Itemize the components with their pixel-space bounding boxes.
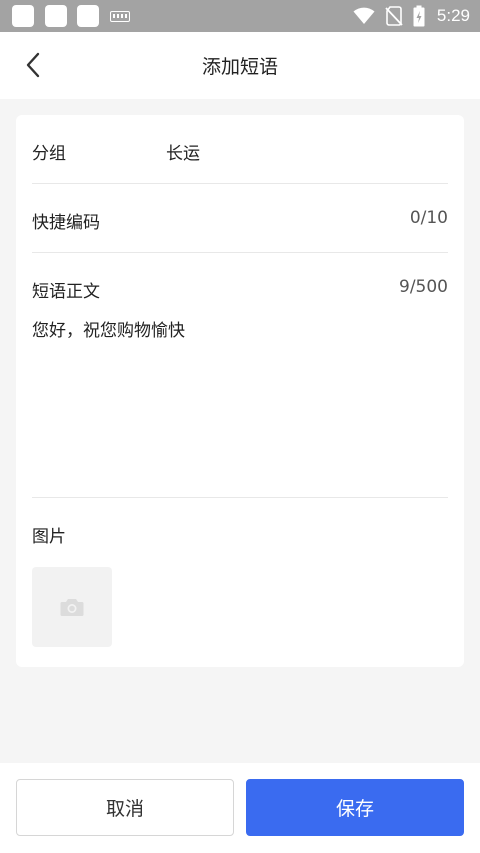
bottom-action-bar: 取消 保存 [0, 763, 480, 853]
nav-bar: 添加短语 [0, 32, 480, 99]
shortcut-label: 快捷编码 [32, 213, 100, 233]
add-image-button[interactable] [32, 567, 112, 647]
notification-square-icon [45, 5, 67, 27]
divider [32, 252, 448, 253]
status-bar: 5:29 [0, 0, 480, 32]
clock-time: 5:29 [436, 6, 470, 25]
no-sim-icon [385, 6, 403, 26]
camera-icon [60, 599, 84, 616]
shortcut-row[interactable]: 快捷编码 0/10 [32, 208, 448, 233]
phrase-header: 短语正文 9/500 [32, 277, 448, 302]
wifi-icon [353, 7, 375, 24]
image-header: 图片 [32, 522, 448, 547]
group-row[interactable]: 分组 长运 [32, 139, 448, 164]
notification-square-icon [77, 5, 99, 27]
shortcut-counter: 0/10 [409, 208, 448, 228]
battery-charging-icon [413, 5, 425, 27]
notification-square-icon [12, 5, 34, 27]
divider [32, 497, 448, 498]
group-value[interactable]: 长运 [166, 139, 200, 164]
divider [32, 183, 448, 184]
form-card: 分组 长运 快捷编码 0/10 短语正文 9/500 您好，祝您购物愉快 图片 [16, 115, 464, 667]
phrase-counter: 9/500 [399, 277, 448, 297]
image-label: 图片 [32, 527, 66, 547]
group-label: 分组 [32, 144, 66, 164]
cancel-button[interactable]: 取消 [16, 779, 234, 836]
phrase-label: 短语正文 [32, 282, 100, 302]
keyboard-icon [110, 11, 130, 22]
phrase-textarea[interactable]: 您好，祝您购物愉快 [32, 316, 448, 486]
save-button[interactable]: 保存 [246, 779, 464, 836]
page-title: 添加短语 [201, 56, 278, 78]
